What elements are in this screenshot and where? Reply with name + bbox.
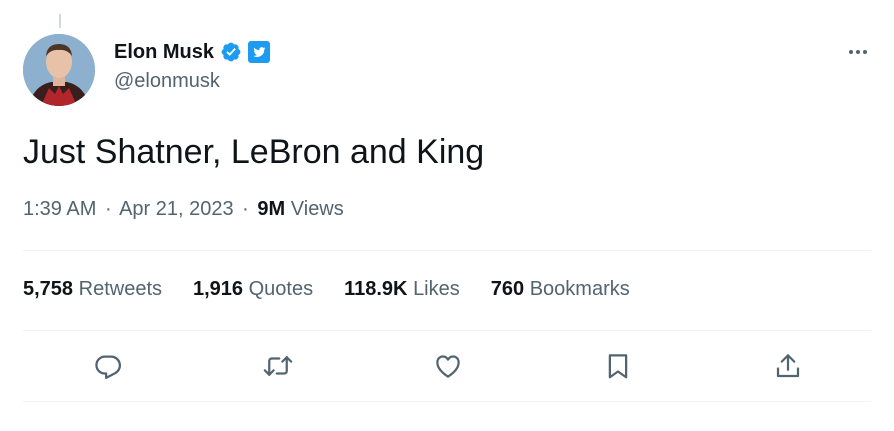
meta-separator: ·	[242, 198, 249, 220]
stat-label: Bookmarks	[529, 278, 630, 300]
action-bar	[0, 346, 894, 386]
views-count: 9M	[257, 198, 286, 220]
verified-badge-icon[interactable]	[220, 41, 242, 63]
tweet-time[interactable]: 1:39 AM	[23, 198, 96, 220]
stat-count: 1,916	[193, 278, 244, 300]
divider	[23, 401, 871, 402]
divider	[23, 250, 871, 251]
thread-connector-line	[59, 14, 61, 28]
views-label: Views	[290, 198, 344, 220]
share-icon	[776, 354, 800, 378]
tweet-detail: Elon Musk @elonmusk Just Shatner, LeBron…	[0, 0, 894, 431]
twitter-badge-icon[interactable]	[248, 41, 271, 63]
stat-count: 760	[490, 278, 525, 300]
author-display-name[interactable]: Elon Musk	[114, 41, 214, 64]
divider	[23, 330, 871, 331]
stat-count: 118.9K	[344, 278, 408, 300]
heart-icon	[436, 355, 460, 378]
reply-button[interactable]	[88, 346, 128, 386]
author-handle[interactable]: @elonmusk	[114, 70, 220, 93]
tweet-date[interactable]: Apr 21, 2023	[119, 198, 234, 220]
retweet-icon	[263, 356, 293, 376]
retweet-button[interactable]	[258, 346, 298, 386]
engagement-stats: 5,758 Retweets 1,916 Quotes 118.9K Likes…	[23, 278, 661, 301]
stat-likes[interactable]: 118.9K Likes	[344, 278, 460, 301]
avatar[interactable]	[23, 34, 95, 106]
stat-label: Retweets	[78, 278, 162, 300]
more-icon	[849, 50, 867, 54]
bookmark-button[interactable]	[598, 346, 638, 386]
stat-bookmarks[interactable]: 760 Bookmarks	[491, 278, 630, 301]
like-button[interactable]	[428, 346, 468, 386]
bookmark-icon	[608, 354, 628, 379]
more-options-button[interactable]	[844, 38, 872, 66]
stat-retweets[interactable]: 5,758 Retweets	[23, 278, 162, 301]
stat-label: Likes	[413, 278, 460, 300]
tweet-meta: 1:39 AM · Apr 21, 2023 · 9M Views	[23, 198, 344, 221]
tweet-text: Just Shatner, LeBron and King	[23, 133, 485, 171]
meta-separator: ·	[104, 198, 112, 220]
share-button[interactable]	[768, 346, 808, 386]
stat-label: Quotes	[248, 278, 314, 300]
reply-icon	[95, 355, 122, 379]
stat-quotes[interactable]: 1,916 Quotes	[193, 278, 313, 301]
author-name-row: Elon Musk	[114, 38, 271, 66]
stat-count: 5,758	[23, 278, 74, 300]
